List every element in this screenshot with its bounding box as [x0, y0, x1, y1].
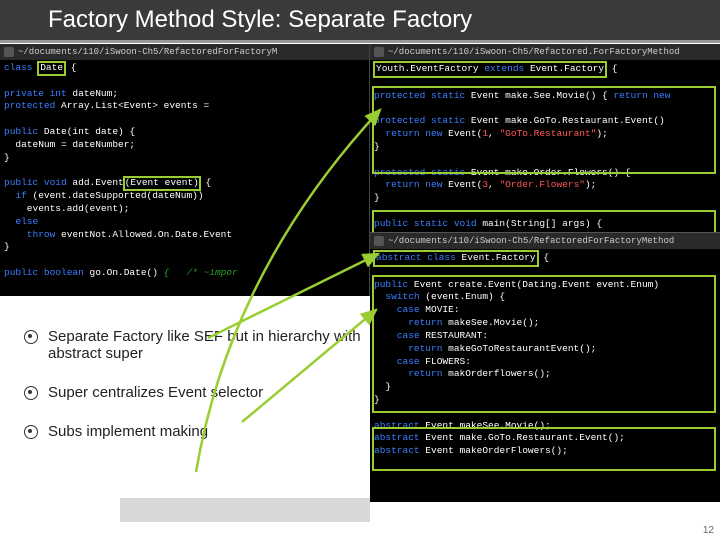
bullet-text-3: Subs implement making — [48, 423, 208, 440]
page-number: 12 — [703, 525, 714, 536]
tab-path-right: ~/documents/110/iSwoon-Ch5/Refactored.Fo… — [388, 46, 680, 58]
bullet-text-1: Separate Factory like SEF but in hierarc… — [48, 328, 364, 362]
tab-strip-left: ~/documents/110/iSwoon-Ch5/RefactoredFor… — [0, 44, 369, 60]
tab-path-left: ~/documents/110/iSwoon-Ch5/RefactoredFor… — [18, 46, 277, 58]
highlight-event-param: (Event event) — [124, 177, 200, 190]
highlight-class-decl: Youth.EventFactory extends Event.Factory — [374, 62, 606, 77]
bullet-icon — [24, 330, 38, 344]
highlight-abstract-class: abstract class Event.Factory — [374, 251, 538, 266]
code-area: ~/documents/110/iSwoon-Ch5/RefactoredFor… — [0, 44, 720, 294]
code-pane-lower: ~/documents/110/iSwoon-Ch5/RefactoredFor… — [370, 232, 720, 502]
bullet-item-1: Separate Factory like SEF but in hierarc… — [24, 328, 364, 362]
code-body-left: class Date { private int dateNum; protec… — [0, 60, 369, 282]
tab-close-icon — [374, 47, 384, 57]
bullet-icon — [24, 386, 38, 400]
tab-strip-right: ~/documents/110/iSwoon-Ch5/Refactored.Fo… — [370, 44, 720, 60]
tab-strip-lower: ~/documents/110/iSwoon-Ch5/RefactoredFor… — [370, 233, 720, 249]
bullet-list: Separate Factory like SEF but in hierarc… — [24, 328, 364, 462]
tab-path-lower: ~/documents/110/iSwoon-Ch5/RefactoredFor… — [388, 235, 674, 247]
title-text: Factory Method Style: Separate Factory — [48, 6, 472, 33]
tab-close-icon — [4, 47, 14, 57]
code-pane-left: ~/documents/110/iSwoon-Ch5/RefactoredFor… — [0, 44, 370, 296]
bullet-item-2: Super centralizes Event selector — [24, 384, 364, 401]
bullet-item-3: Subs implement making — [24, 423, 364, 440]
shadow-decoration — [120, 498, 370, 522]
bullet-text-2: Super centralizes Event selector — [48, 384, 263, 401]
bullet-icon — [24, 425, 38, 439]
highlight-date: Date — [38, 62, 65, 75]
code-body-lower: abstract class Event.Factory { public Ev… — [370, 249, 720, 460]
tab-close-icon — [374, 236, 384, 246]
slide-title: Factory Method Style: Separate Factory — [0, 0, 720, 43]
